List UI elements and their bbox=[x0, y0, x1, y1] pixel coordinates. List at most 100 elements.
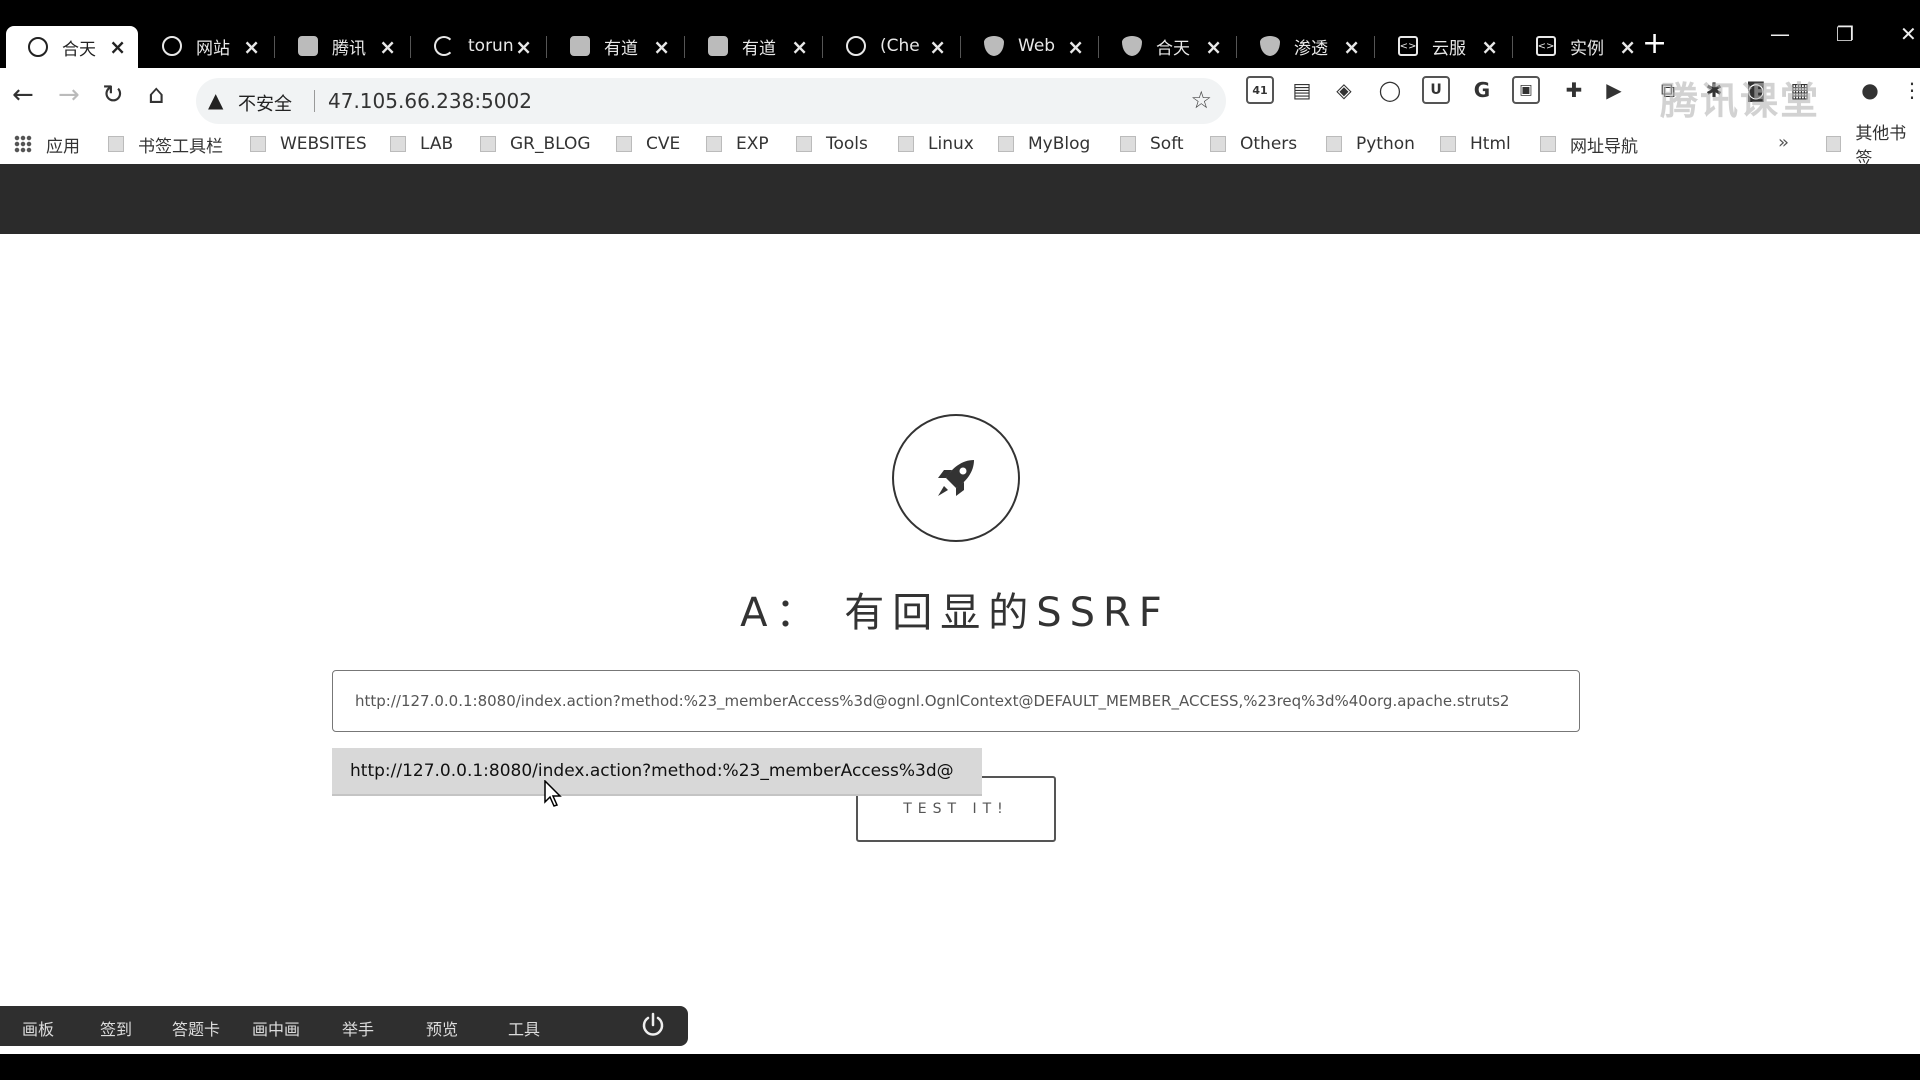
toolbar-item-pip[interactable]: 画中画 bbox=[252, 1016, 300, 1040]
code-icon: <> bbox=[1536, 36, 1556, 56]
google-extension-icon[interactable]: G bbox=[1468, 76, 1496, 104]
url-field[interactable] bbox=[328, 86, 1028, 116]
bookmark-folder[interactable]: EXP bbox=[706, 124, 769, 164]
tab-label: 有道 bbox=[742, 38, 776, 59]
bookmarks-bar: 应用 书签工具栏 WEBSITES LAB GR_BLOG CVE EXP To… bbox=[0, 124, 1920, 169]
bookmark-other-folder[interactable]: 其他书签 bbox=[1826, 124, 1920, 169]
bookmark-folder[interactable]: LAB bbox=[390, 124, 453, 164]
toolbar-item-whiteboard[interactable]: 画板 bbox=[22, 1016, 54, 1040]
folder-icon bbox=[1540, 136, 1556, 152]
tab-0[interactable]: 合天 × bbox=[6, 26, 138, 68]
toolbar-item-checkin[interactable]: 签到 bbox=[100, 1016, 132, 1040]
folder-icon bbox=[706, 136, 722, 152]
toolbar-item-tools[interactable]: 工具 bbox=[508, 1016, 540, 1040]
restore-icon[interactable]: ❐ bbox=[1836, 22, 1854, 46]
home-icon[interactable]: ⌂ bbox=[148, 80, 165, 110]
bookmark-folder[interactable]: Linux bbox=[898, 124, 974, 164]
bookmark-folder[interactable]: Tools bbox=[796, 124, 868, 164]
menu-kebab-icon[interactable]: ⋮ bbox=[1898, 76, 1920, 104]
tab-label: 合天 bbox=[1156, 38, 1190, 59]
circle-extension-icon[interactable]: ◯ bbox=[1376, 76, 1404, 104]
bookmark-star-icon[interactable]: ☆ bbox=[1190, 86, 1212, 114]
bookmark-folder[interactable]: Others bbox=[1210, 124, 1297, 164]
tab-9[interactable]: 渗透 × bbox=[1238, 26, 1372, 66]
tab-2[interactable]: 腾讯 × bbox=[276, 26, 408, 66]
bookmark-label: EXP bbox=[736, 134, 769, 154]
close-icon[interactable]: × bbox=[1067, 35, 1084, 59]
close-icon[interactable]: × bbox=[791, 35, 808, 59]
calendar-extension-icon[interactable]: 41 bbox=[1246, 76, 1274, 104]
tab-11[interactable]: <> 实例 × bbox=[1514, 26, 1648, 66]
shield-icon bbox=[1122, 36, 1142, 56]
bookmark-label: Soft bbox=[1150, 134, 1184, 154]
translate-extension-icon[interactable]: ▤ bbox=[1288, 76, 1316, 104]
tab-7[interactable]: Web × bbox=[962, 26, 1096, 66]
tab-6[interactable]: (Che × bbox=[824, 26, 958, 66]
not-secure-label[interactable]: 不安全 bbox=[238, 90, 292, 116]
bookmark-label: 网址导航 bbox=[1570, 136, 1638, 157]
bookmark-folder[interactable]: Soft bbox=[1120, 124, 1184, 164]
avatar[interactable]: ● bbox=[1856, 76, 1884, 104]
shield-icon bbox=[1260, 36, 1280, 56]
tab-1[interactable]: 网站 × bbox=[140, 26, 272, 66]
play-extension-icon[interactable]: ▶ bbox=[1600, 76, 1628, 104]
note-icon bbox=[708, 36, 728, 56]
power-icon[interactable] bbox=[640, 1012, 666, 1038]
toolbar-item-raise-hand[interactable]: 举手 bbox=[342, 1016, 374, 1040]
tab-label: 腾讯 bbox=[332, 38, 366, 59]
new-tab-button[interactable]: + bbox=[1642, 26, 1667, 62]
plus-extension-icon[interactable]: ✚ bbox=[1560, 76, 1588, 104]
toolbar-item-answer-card[interactable]: 答题卡 bbox=[172, 1016, 220, 1040]
tab-label: 有道 bbox=[604, 38, 638, 59]
ssrf-url-input[interactable] bbox=[332, 670, 1580, 732]
address-bar[interactable]: ▲ 不安全 ☆ bbox=[196, 78, 1226, 124]
tab-label: 合天 bbox=[62, 39, 96, 60]
bookmark-folder[interactable]: 网址导航 bbox=[1540, 124, 1638, 164]
window-close-icon[interactable]: ✕ bbox=[1900, 22, 1917, 46]
bookmark-folder[interactable]: Html bbox=[1440, 124, 1511, 164]
u-extension-icon[interactable]: U bbox=[1422, 76, 1450, 104]
bookmark-folder[interactable]: MyBlog bbox=[998, 124, 1090, 164]
forward-icon[interactable]: → bbox=[58, 80, 80, 110]
close-icon[interactable]: × bbox=[379, 35, 396, 59]
close-icon[interactable]: × bbox=[1205, 35, 1222, 59]
toolbar-item-preview[interactable]: 预览 bbox=[426, 1016, 458, 1040]
minimize-icon[interactable]: — bbox=[1770, 22, 1790, 46]
bookmark-folder[interactable]: GR_BLOG bbox=[480, 124, 591, 164]
autocomplete-option[interactable]: http://127.0.0.1:8080/index.action?metho… bbox=[350, 761, 954, 781]
bookmarks-overflow-icon[interactable]: » bbox=[1778, 132, 1789, 153]
tab-3[interactable]: torun × bbox=[412, 26, 544, 66]
bookmark-apps[interactable]: 应用 bbox=[14, 124, 80, 164]
tab-10[interactable]: <> 云服 × bbox=[1376, 26, 1510, 66]
page-title: A： 有回显的SSRF bbox=[740, 590, 1170, 636]
tab-divider bbox=[684, 36, 685, 58]
close-icon[interactable]: × bbox=[109, 35, 126, 59]
image-extension-icon[interactable]: ▣ bbox=[1512, 76, 1540, 104]
close-icon[interactable]: × bbox=[929, 35, 946, 59]
reload-icon[interactable]: ↻ bbox=[102, 80, 124, 110]
close-icon[interactable]: × bbox=[243, 35, 260, 59]
close-icon[interactable]: × bbox=[1619, 35, 1636, 59]
tab-4[interactable]: 有道 × bbox=[548, 26, 682, 66]
bookmark-folder[interactable]: 书签工具栏 bbox=[108, 124, 223, 164]
back-icon[interactable]: ← bbox=[12, 80, 34, 110]
folder-icon bbox=[998, 136, 1014, 152]
tab-5[interactable]: 有道 × bbox=[686, 26, 820, 66]
tab-divider bbox=[960, 36, 961, 58]
close-icon[interactable]: × bbox=[1343, 35, 1360, 59]
bookmark-folder[interactable]: CVE bbox=[616, 124, 680, 164]
folder-icon bbox=[616, 136, 632, 152]
bookmark-folder[interactable]: Python bbox=[1326, 124, 1415, 164]
puzzle-extension-icon[interactable]: ◈ bbox=[1330, 76, 1358, 104]
tab-divider bbox=[1098, 36, 1099, 58]
tab-8[interactable]: 合天 × bbox=[1100, 26, 1234, 66]
tab-label: (Che bbox=[880, 36, 920, 56]
tab-divider bbox=[1512, 36, 1513, 58]
close-icon[interactable]: × bbox=[653, 35, 670, 59]
bookmark-folder[interactable]: WEBSITES bbox=[250, 124, 367, 164]
folder-icon bbox=[1440, 136, 1456, 152]
globe-icon bbox=[846, 36, 866, 56]
warning-icon[interactable]: ▲ bbox=[208, 88, 223, 112]
close-icon[interactable]: × bbox=[1481, 35, 1498, 59]
close-icon[interactable]: × bbox=[515, 35, 532, 59]
